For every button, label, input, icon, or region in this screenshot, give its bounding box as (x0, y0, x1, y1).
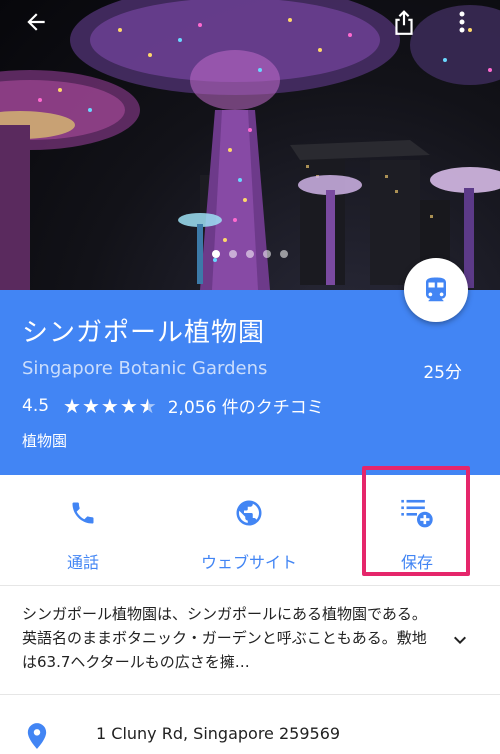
half-star-icon: ★★ (138, 393, 157, 418)
train-icon (426, 277, 446, 302)
star-icon: ★ (119, 393, 138, 418)
arrow-back-icon (27, 13, 45, 31)
rating-row[interactable]: 4.5 ★ ★ ★ ★ ★★ 2,056 件のクチコミ (22, 393, 324, 419)
phone-icon (72, 502, 94, 524)
place-photo[interactable] (0, 0, 500, 290)
place-category: 植物園 (22, 432, 68, 450)
globe-icon (236, 500, 262, 526)
save-highlight-box (362, 466, 470, 576)
call-label: 通話 (66, 553, 99, 572)
review-count[interactable]: 2,056 件のクチコミ (168, 393, 324, 418)
directions-transit-button[interactable] (404, 258, 468, 322)
page-dot[interactable] (246, 250, 254, 258)
share-button[interactable] (384, 4, 424, 40)
place-description[interactable]: シンガポール植物園は、シンガポールにある植物園である。英語名のままボタニック・ガ… (22, 602, 432, 674)
expand-description-button[interactable] (448, 628, 472, 656)
photo-pagination (0, 250, 500, 258)
rating-value: 4.5 (22, 395, 50, 416)
place-title: シンガポール植物園 (22, 318, 266, 348)
website-label: ウェブサイト (200, 553, 297, 572)
address-text[interactable]: 1 Cluny Rd, Singapore 259569 (96, 724, 340, 743)
travel-time: 25分 (423, 363, 462, 383)
place-english-name: Singapore Botanic Gardens (22, 358, 268, 379)
page-dot[interactable] (263, 250, 271, 258)
website-button[interactable]: ウェブサイト (166, 475, 332, 585)
star-icon: ★ (63, 393, 81, 418)
page-dot[interactable] (229, 250, 237, 258)
share-icon (395, 10, 413, 35)
more-options-button[interactable] (442, 4, 482, 40)
divider (0, 694, 500, 695)
star-icon: ★ (81, 393, 100, 418)
more-vert-icon (459, 11, 465, 33)
page-dot[interactable] (280, 250, 288, 258)
page-dot[interactable] (212, 250, 220, 258)
back-button[interactable] (16, 4, 56, 40)
address-row[interactable] (26, 722, 48, 754)
star-rating: ★ ★ ★ ★ ★★ (63, 396, 158, 416)
supertree-photo (0, 0, 500, 290)
chevron-down-icon (454, 636, 466, 644)
star-icon: ★ (100, 393, 119, 418)
location-pin-icon (27, 723, 47, 749)
call-button[interactable]: 通話 (0, 475, 166, 585)
